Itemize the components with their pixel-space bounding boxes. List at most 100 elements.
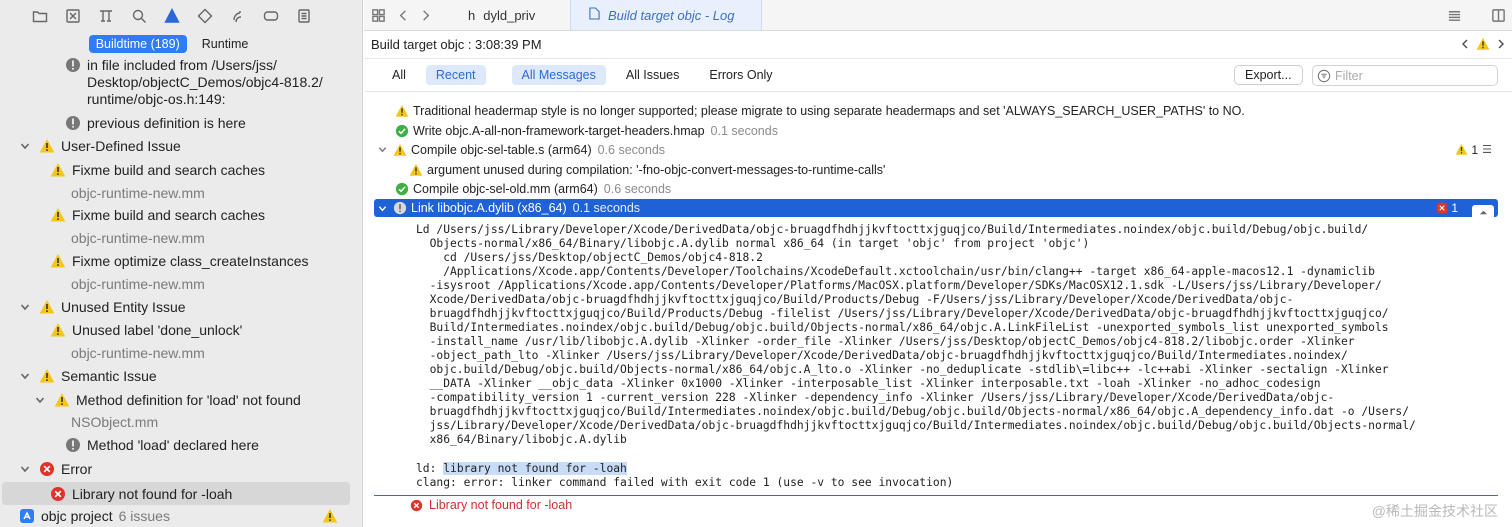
linker-error-output: ld: library not found for -loah clang: e… xyxy=(416,462,953,490)
tree-group-user-defined[interactable]: User-Defined Issue xyxy=(0,138,350,154)
tree-note-label: Method 'load' declared here xyxy=(87,437,259,453)
grid-icon[interactable] xyxy=(364,0,392,30)
chevron-down-icon[interactable] xyxy=(19,301,31,313)
log-entry-warning[interactable]: argument unused during compilation: '-fn… xyxy=(374,160,1498,179)
tree-file[interactable]: objc-runtime-new.mm xyxy=(0,230,350,246)
note-icon xyxy=(65,115,81,131)
tree-file[interactable]: objc-runtime-new.mm xyxy=(0,345,350,361)
debug-icon[interactable] xyxy=(228,6,248,26)
error-count-badge: 1 xyxy=(1436,201,1458,215)
export-button[interactable]: Export... xyxy=(1234,65,1303,85)
tree-warning[interactable]: Fixme build and search caches xyxy=(0,162,350,178)
chevron-right-icon[interactable] xyxy=(1496,39,1506,49)
chevron-down-icon[interactable] xyxy=(34,394,46,406)
tree-file[interactable]: objc-runtime-new.mm xyxy=(0,276,350,292)
chevron-down-icon[interactable] xyxy=(19,370,31,382)
tree-file-label: objc-runtime-new.mm xyxy=(71,345,205,361)
tree-file-label: objc-runtime-new.mm xyxy=(71,230,205,246)
error-line-2: clang: error: linker command failed with… xyxy=(416,476,954,489)
warning-count: 1 xyxy=(1471,142,1478,157)
tree-group-unused-entity[interactable]: Unused Entity Issue xyxy=(0,299,350,315)
tree-warning[interactable]: Method definition for 'load' not found xyxy=(0,392,350,408)
report-icon[interactable] xyxy=(294,6,314,26)
tree-error-selected[interactable]: Library not found for -loah xyxy=(2,482,350,505)
chevron-down-icon[interactable] xyxy=(19,463,31,475)
tree-file[interactable]: NSObject.mm xyxy=(0,414,350,430)
tree-group-semantic[interactable]: Semantic Issue xyxy=(0,368,350,384)
folder-icon[interactable] xyxy=(30,6,50,26)
tree-warning[interactable]: Fixme optimize class_createInstances xyxy=(0,253,350,269)
tab-dyld-priv[interactable]: h dyld_priv xyxy=(450,0,570,30)
log-entry-compile[interactable]: Compile objc-sel-table.s (arm64) 0.6 sec… xyxy=(374,140,1498,159)
tab-bar: h dyld_priv Build target objc - Log xyxy=(364,0,1512,31)
note-icon xyxy=(393,201,407,215)
warning-icon[interactable] xyxy=(1476,37,1490,51)
error-prefix: ld: xyxy=(416,462,444,475)
watermark: @稀土掘金技术社区 xyxy=(1371,503,1498,519)
issue-stepper xyxy=(1460,37,1506,51)
test-icon[interactable] xyxy=(195,6,215,26)
tree-project[interactable]: objc project 6 issues xyxy=(0,508,350,524)
tree-file[interactable]: objc-runtime-new.mm xyxy=(0,185,350,201)
editor-options-icon[interactable] xyxy=(1440,0,1468,30)
error-highlight: library not found for -loah xyxy=(443,462,627,475)
tree-warning[interactable]: Fixme build and search caches xyxy=(0,207,350,223)
warning-icon xyxy=(322,508,338,524)
tree-group-error[interactable]: Error xyxy=(0,461,350,477)
filter-all[interactable]: All xyxy=(382,65,416,85)
source-control-icon[interactable] xyxy=(63,6,83,26)
log-entry-success[interactable]: Write objc.A-all-non-framework-target-he… xyxy=(374,121,1498,140)
filter-recent[interactable]: Recent xyxy=(425,65,486,85)
error-summary[interactable]: Library not found for -loah xyxy=(410,498,572,512)
warning-icon xyxy=(39,299,55,315)
checkmark-icon xyxy=(395,124,409,138)
warning-icon xyxy=(409,163,423,177)
breadcrumb: Build target objc : 3:08:39 PM xyxy=(364,31,1512,59)
tree-note-label: in file included from /Users/jss/ Deskto… xyxy=(87,57,323,107)
log-entry-warning[interactable]: Traditional headermap style is no longer… xyxy=(374,101,1498,120)
warning-icon xyxy=(395,104,409,118)
chevron-right-icon[interactable] xyxy=(414,0,436,30)
log-entry-success[interactable]: Compile objc-sel-old.mm (arm64) 0.6 seco… xyxy=(374,179,1498,198)
tree-note[interactable]: Method 'load' declared here xyxy=(0,437,350,453)
tree-warning[interactable]: Unused label 'done_unlock' xyxy=(0,322,350,338)
log-entry-duration: 0.1 seconds xyxy=(572,201,641,215)
filter-icon xyxy=(1317,69,1331,83)
filter-errors-only[interactable]: Errors Only xyxy=(699,65,782,85)
chevron-down-icon[interactable] xyxy=(19,140,31,152)
error-icon xyxy=(50,486,66,502)
log-entry-text: Compile objc-sel-table.s (arm64) xyxy=(411,142,592,157)
chevron-left-icon[interactable] xyxy=(392,0,414,30)
symbol-icon[interactable] xyxy=(96,6,116,26)
checkmark-icon xyxy=(395,182,409,196)
tree-warning-label: Fixme build and search caches xyxy=(72,162,265,178)
error-icon xyxy=(1437,202,1448,214)
log-entry-duration: 0.1 seconds xyxy=(710,123,778,138)
document-icon xyxy=(589,7,600,23)
scope-runtime[interactable]: Runtime xyxy=(195,35,256,53)
log-entry-link-selected[interactable]: Link libobjc.A.dylib (x86_64) 0.1 second… xyxy=(374,199,1498,217)
tree-error-label: Library not found for -loah xyxy=(72,485,233,502)
search-icon[interactable] xyxy=(129,6,149,26)
tab-label: dyld_priv xyxy=(483,7,536,23)
chevron-down-icon[interactable] xyxy=(375,145,389,154)
filter-all-issues[interactable]: All Issues xyxy=(616,65,690,85)
tree-note[interactable]: in file included from /Users/jss/ Deskto… xyxy=(0,57,350,108)
log-entry-text: Compile objc-sel-old.mm (arm64) xyxy=(413,181,598,196)
tree-warning-label: Unused label 'done_unlock' xyxy=(72,322,243,338)
chevron-down-icon[interactable] xyxy=(375,204,389,213)
filter-input[interactable]: Filter xyxy=(1312,65,1498,86)
transcript-toggle-icon[interactable]: ☰ xyxy=(1482,143,1492,156)
breakpoint-icon[interactable] xyxy=(261,6,281,26)
filter-all-messages[interactable]: All Messages xyxy=(511,65,606,85)
tree-note-label: previous definition is here xyxy=(87,115,246,131)
issue-warning-icon[interactable] xyxy=(162,6,182,26)
scope-buildtime[interactable]: Buildtime (189) xyxy=(88,35,187,53)
tree-file-label: objc-runtime-new.mm xyxy=(71,185,205,201)
tree-group-label: Semantic Issue xyxy=(61,368,157,384)
tab-build-log[interactable]: Build target objc - Log xyxy=(570,0,762,30)
tree-note[interactable]: previous definition is here xyxy=(0,115,350,131)
collapse-transcript-button[interactable] xyxy=(1472,205,1494,219)
chevron-left-icon[interactable] xyxy=(1460,39,1470,49)
add-editor-icon[interactable] xyxy=(1484,0,1512,30)
